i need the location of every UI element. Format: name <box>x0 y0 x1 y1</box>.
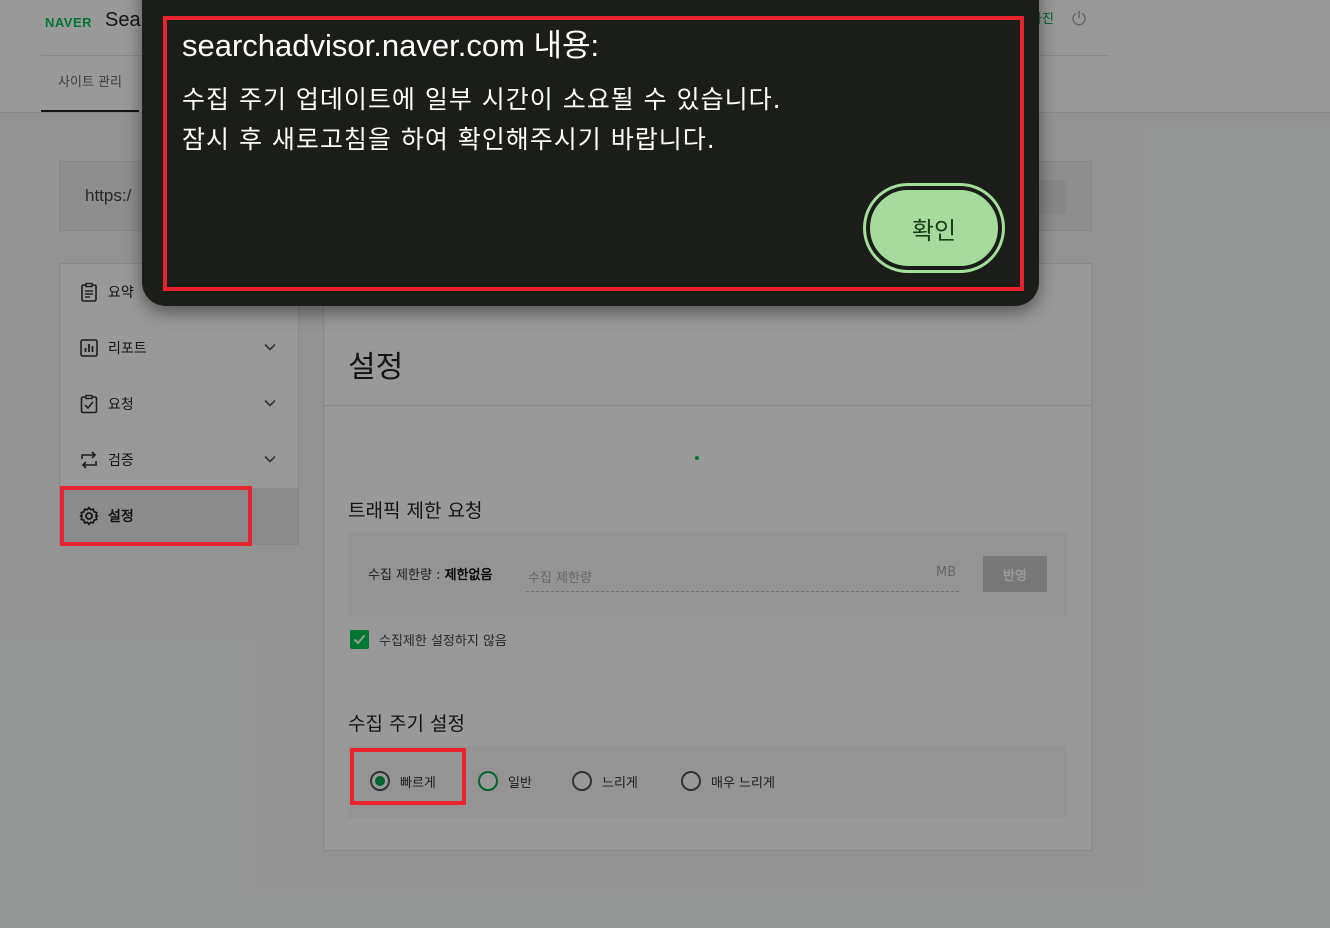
dialog-message-line2: 잠시 후 새로고침을 하여 확인해주시기 바랍니다. <box>182 125 716 154</box>
dialog-message: 수집 주기 업데이트에 일부 시간이 소요될 수 있습니다. 잠시 후 새로고침… <box>182 80 782 160</box>
ok-button[interactable]: 확인 <box>863 183 1005 273</box>
dialog-title: searchadvisor.naver.com 내용: <box>182 28 600 63</box>
alert-dialog: searchadvisor.naver.com 내용: 수집 주기 업데이트에 … <box>142 0 1039 306</box>
dialog-message-line1: 수집 주기 업데이트에 일부 시간이 소요될 수 있습니다. <box>182 85 782 114</box>
